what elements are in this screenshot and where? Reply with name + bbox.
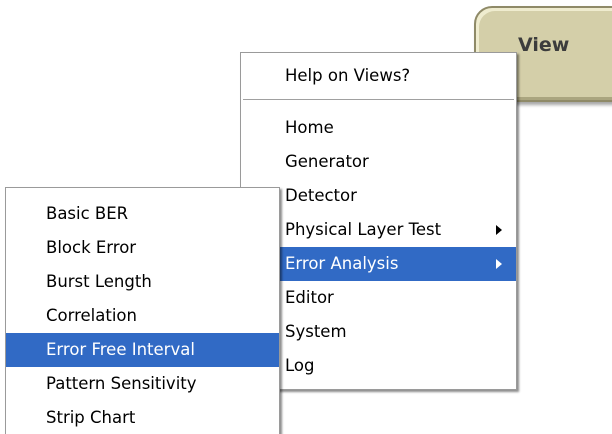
- submenu-item-label: Error Free Interval: [46, 340, 195, 359]
- menu-item-detector[interactable]: Detector: [241, 179, 516, 213]
- screen: View Help on Views? Home Generator Detec…: [0, 0, 612, 434]
- submenu-item-error-free-interval[interactable]: Error Free Interval: [6, 333, 279, 367]
- menu-item-label: System: [285, 322, 347, 341]
- menu-item-label: Log: [285, 356, 315, 375]
- menu-item-log[interactable]: Log: [241, 349, 516, 383]
- menu-item-generator[interactable]: Generator: [241, 145, 516, 179]
- submenu-item-basic-ber[interactable]: Basic BER: [6, 197, 279, 231]
- menu-item-label: Physical Layer Test: [285, 220, 442, 239]
- submenu-item-burst-length[interactable]: Burst Length: [6, 265, 279, 299]
- submenu-item-strip-chart[interactable]: Strip Chart: [6, 401, 279, 434]
- submenu-item-label: Block Error: [46, 238, 137, 257]
- menu-item-error-analysis[interactable]: Error Analysis: [241, 247, 516, 281]
- menu-item-help-on-views[interactable]: Help on Views?: [241, 59, 516, 93]
- menu-item-label: Help on Views?: [285, 66, 411, 85]
- submenu-item-label: Correlation: [46, 306, 137, 325]
- menu-item-system[interactable]: System: [241, 315, 516, 349]
- menu-item-physical-layer-test[interactable]: Physical Layer Test: [241, 213, 516, 247]
- submenu-item-correlation[interactable]: Correlation: [6, 299, 279, 333]
- submenu-item-block-error[interactable]: Block Error: [6, 231, 279, 265]
- submenu-item-label: Burst Length: [46, 272, 152, 291]
- menu-separator: [243, 99, 514, 101]
- view-menu: Help on Views? Home Generator Detector P…: [240, 52, 517, 390]
- menu-item-label: Editor: [285, 288, 334, 307]
- submenu-arrow-icon: [496, 259, 502, 269]
- menu-item-label: Generator: [285, 152, 369, 171]
- submenu-arrow-icon: [496, 225, 502, 235]
- menu-item-label: Home: [285, 118, 334, 137]
- menu-item-editor[interactable]: Editor: [241, 281, 516, 315]
- submenu-item-label: Strip Chart: [46, 408, 136, 427]
- submenu-item-label: Pattern Sensitivity: [46, 374, 197, 393]
- error-analysis-submenu: Basic BER Block Error Burst Length Corre…: [5, 187, 280, 434]
- menu-item-label: Detector: [285, 186, 357, 205]
- submenu-item-label: Basic BER: [46, 204, 129, 223]
- menu-item-label: Error Analysis: [285, 254, 399, 273]
- submenu-item-pattern-sensitivity[interactable]: Pattern Sensitivity: [6, 367, 279, 401]
- view-button-label: View: [518, 34, 570, 56]
- menu-item-home[interactable]: Home: [241, 111, 516, 145]
